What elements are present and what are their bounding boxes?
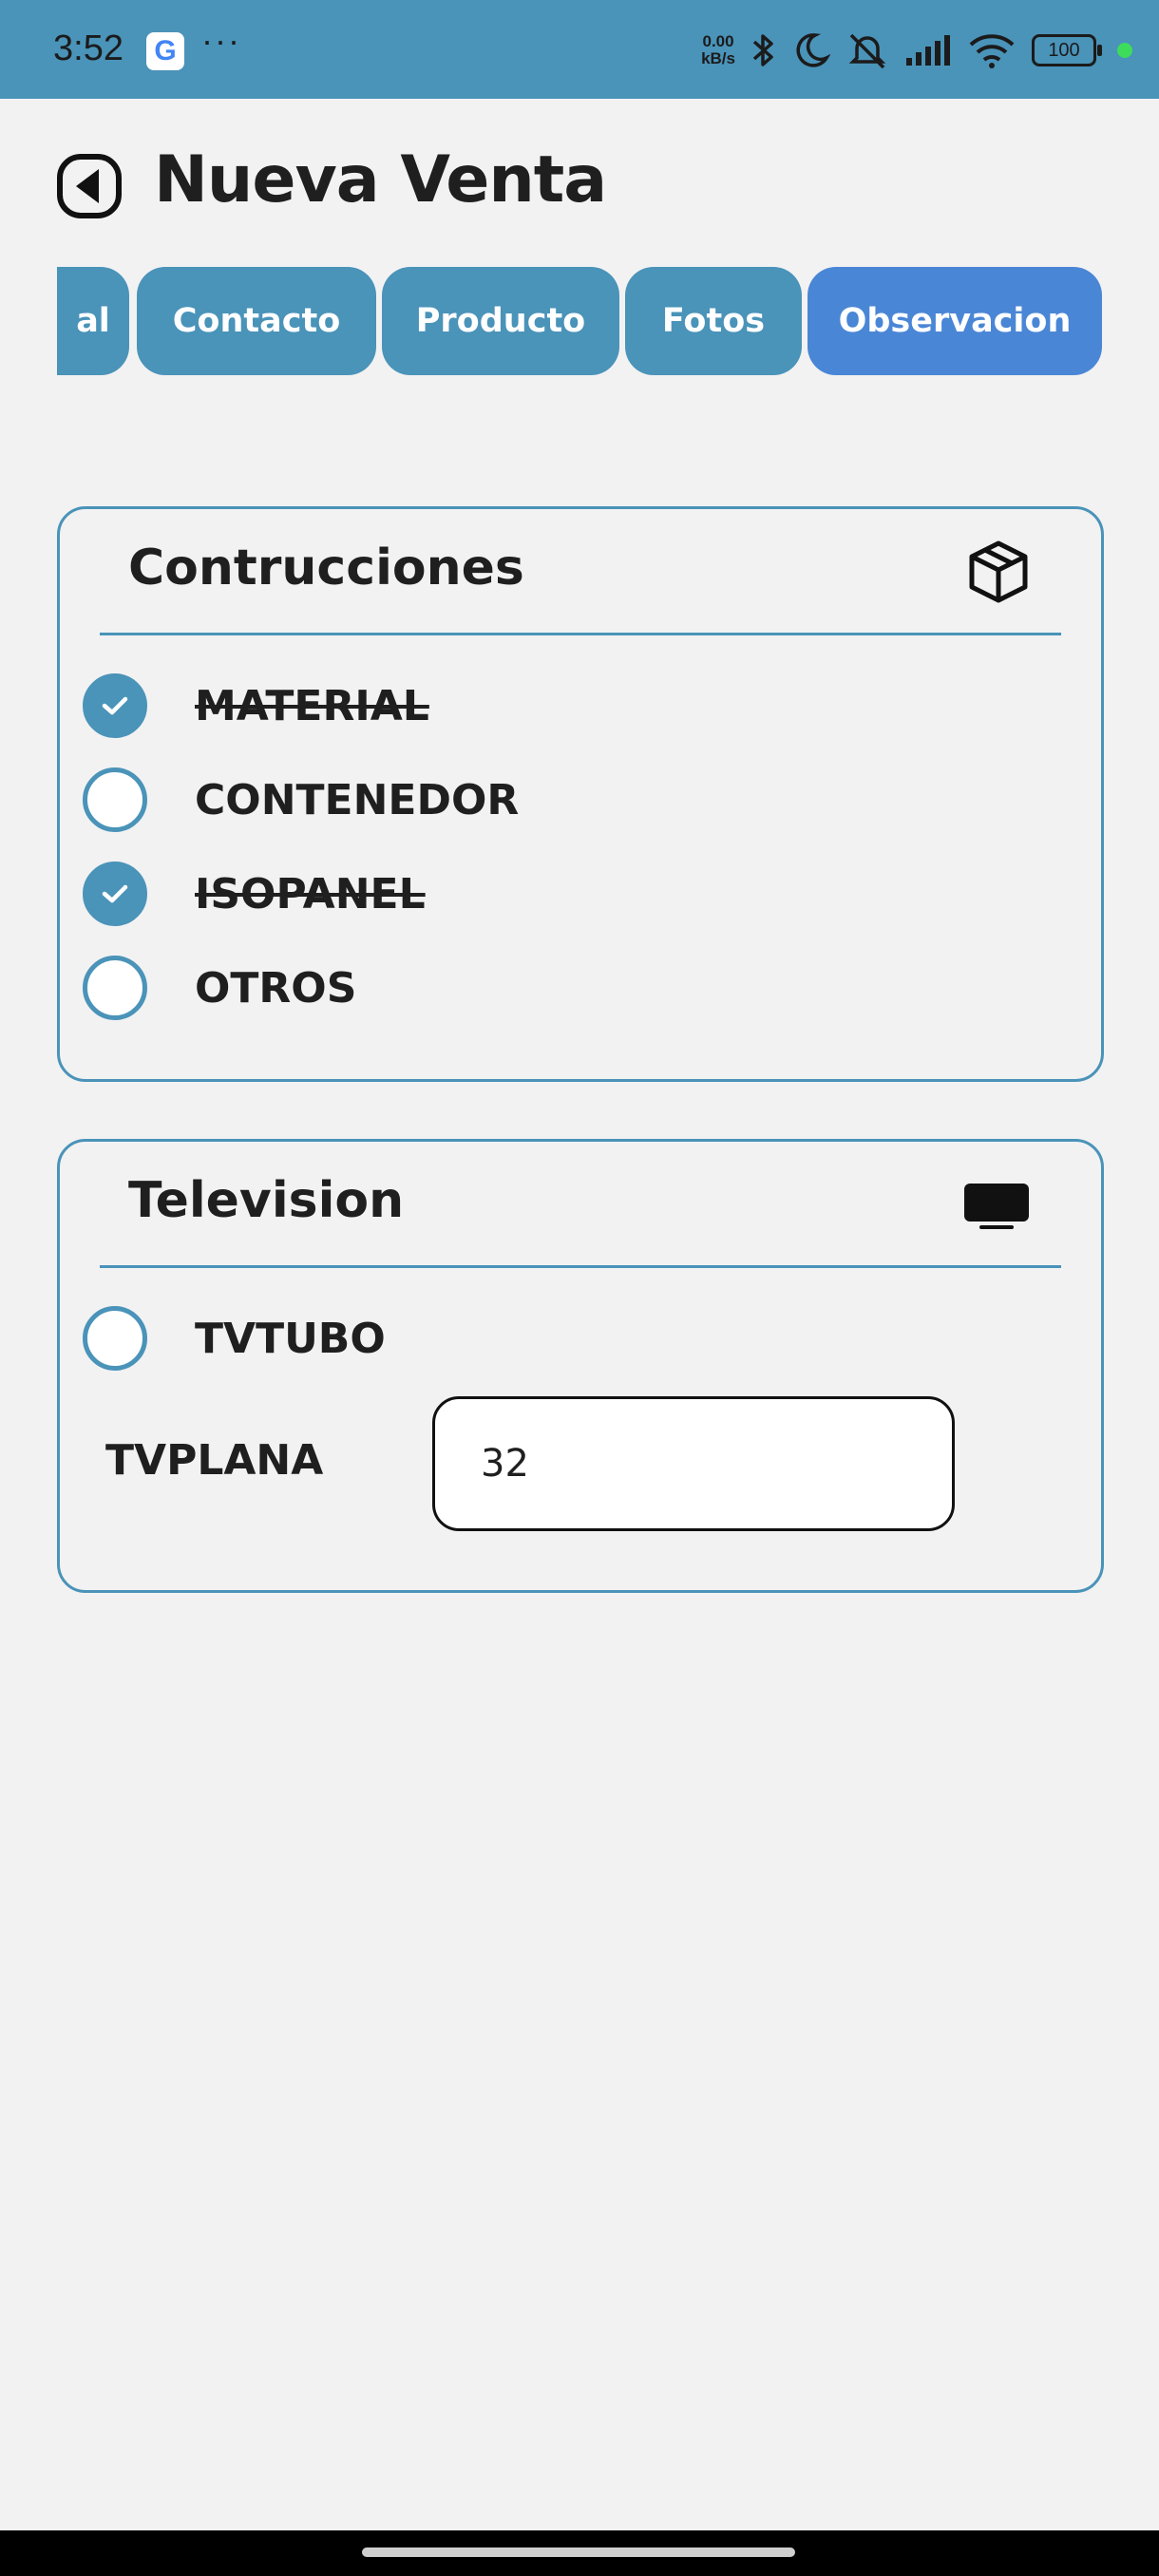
- bluetooth-icon: [752, 34, 773, 66]
- tab-fotos[interactable]: Fotos: [625, 267, 802, 375]
- page-title: Nueva Venta: [154, 142, 607, 218]
- tvplana-label: TVPLANA: [105, 1436, 324, 1485]
- home-gesture-handle[interactable]: [362, 2548, 795, 2557]
- tab-observacion[interactable]: Observacion: [808, 267, 1102, 375]
- back-arrow-icon[interactable]: [57, 154, 122, 218]
- card-divider: [100, 633, 1061, 635]
- bell-muted-icon: [848, 33, 886, 69]
- status-time: 3:52: [53, 28, 124, 68]
- option-label: ISOPANEL: [195, 869, 426, 919]
- tab-producto[interactable]: Producto: [382, 267, 619, 375]
- checkbox-checked[interactable]: [83, 673, 147, 738]
- option-label: TVTUBO: [195, 1314, 386, 1363]
- tab-label: Observacion: [838, 302, 1072, 340]
- construcciones-card: Contrucciones MATERIAL CONTENEDOR ISOPAN…: [57, 506, 1104, 1082]
- checkbox-unchecked[interactable]: [83, 767, 147, 832]
- checkbox-checked[interactable]: [83, 862, 147, 926]
- option-otros[interactable]: OTROS: [83, 950, 356, 1026]
- card-title: Contrucciones: [128, 540, 524, 597]
- option-label: MATERIAL: [195, 681, 429, 730]
- option-contenedor[interactable]: CONTENEDOR: [83, 762, 519, 838]
- option-isopanel[interactable]: ISOPANEL: [83, 856, 426, 932]
- network-speed: 0.00 kB/s: [701, 33, 735, 67]
- check-icon: [102, 696, 128, 715]
- tvplana-input[interactable]: [432, 1396, 955, 1531]
- network-speed-unit: kB/s: [701, 49, 735, 67]
- tab-label: Producto: [415, 302, 586, 340]
- option-tvtubo[interactable]: TVTUBO: [83, 1300, 386, 1376]
- status-bar: 3:52 G ··· 0.00 kB/s 100: [0, 0, 1159, 99]
- package-icon: [969, 540, 1028, 603]
- tab-contacto[interactable]: Contacto: [137, 267, 376, 375]
- option-label: CONTENEDOR: [195, 775, 520, 824]
- checkbox-unchecked[interactable]: [83, 1306, 147, 1371]
- tab-label: Contacto: [172, 302, 341, 340]
- status-icons: 0.00 kB/s 100: [701, 27, 1132, 74]
- checkbox-unchecked[interactable]: [83, 956, 147, 1020]
- battery-icon: 100: [1032, 34, 1102, 66]
- more-notifications-icon: ···: [201, 21, 241, 60]
- signal-icon: [906, 35, 950, 66]
- network-speed-value: 0.00: [702, 32, 734, 50]
- television-card: Television TVTUBO TVPLANA: [57, 1139, 1104, 1593]
- navigation-bar: [0, 2530, 1159, 2576]
- tab-label: Fotos: [661, 302, 766, 340]
- tab-label: al: [76, 302, 110, 340]
- card-divider: [100, 1265, 1061, 1268]
- tv-icon: [964, 1184, 1029, 1229]
- check-icon: [102, 884, 128, 903]
- option-material[interactable]: MATERIAL: [83, 668, 429, 744]
- google-icon: G: [146, 32, 184, 70]
- card-title: Television: [128, 1172, 405, 1229]
- privacy-indicator-dot: [1117, 43, 1132, 58]
- section-tabs: al Contacto Producto Fotos Observacion: [57, 267, 1102, 375]
- moon-icon: [796, 33, 830, 67]
- wifi-icon: [969, 34, 1015, 68]
- tab-general[interactable]: al: [57, 267, 129, 375]
- option-label: OTROS: [195, 963, 357, 1013]
